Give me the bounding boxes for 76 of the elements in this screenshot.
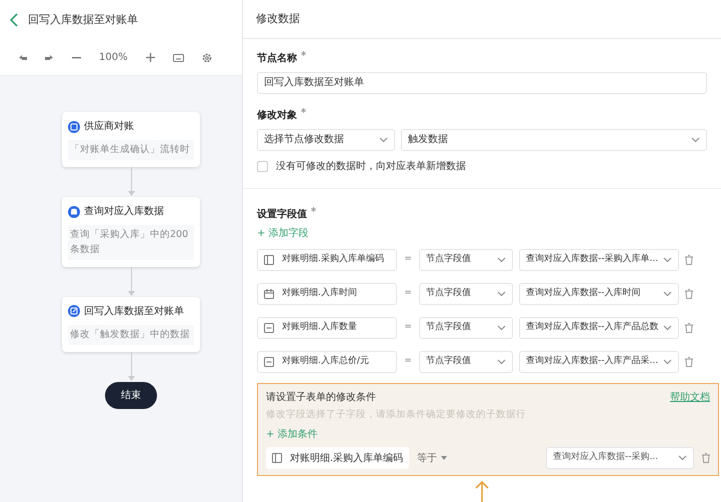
date-field-icon [264,288,274,299]
settings-icon[interactable] [202,52,212,62]
caret-icon [441,456,448,460]
flow-node[interactable]: 供应商对账 「对账单生成确认」流转时 [62,112,200,168]
number-field-icon [264,356,274,367]
node-description: 修改「触发数据」中的数据 [68,324,194,345]
value-select[interactable]: 查询对应入库数据--入库产品采... [519,350,679,373]
back-icon[interactable] [10,13,18,27]
field-name: 对账明细.入库总价/元 [282,355,369,368]
flow-title: 回写入库数据至对账单 [28,12,138,28]
flow-node[interactable]: 查询对应入库数据 查询「采购入库」中的200条数据 [62,197,200,267]
equals-sign: = [403,287,413,300]
connector-arrow [126,167,136,198]
up-arrow-icon [475,480,489,502]
delete-icon[interactable] [702,453,710,463]
delete-icon[interactable] [685,322,693,333]
source-select[interactable]: 节点字段值 [419,282,513,305]
source-select[interactable]: 节点字段值 [419,248,513,271]
field-name: 对账明细.采购入库单编码 [282,253,384,266]
field-name: 对账明细.入库数量 [282,321,357,334]
chevron-icon [497,290,506,297]
text-field-icon [272,453,282,463]
field-label: 节点名称 [257,52,297,66]
undo-icon[interactable] [18,54,27,61]
zoom-level: 100% [99,51,128,65]
chevron-icon [497,256,506,263]
node-title: 回写入库数据至对账单 [84,304,184,319]
checkbox[interactable] [257,160,268,172]
trigger-node-icon [68,120,80,132]
panel-title: 修改数据 [256,10,300,27]
checkbox-label: 没有可修改的数据时，向对应表单新增数据 [276,160,466,174]
node-name-input[interactable]: 回写入库数据至对账单 [257,72,707,94]
field-name: 对账明细.入库时间 [282,287,357,300]
field-name: 对账明细.采购入库单编码 [290,452,404,466]
data-select[interactable]: 触发数据 [401,128,707,151]
chevron-icon [379,136,388,143]
text-field-icon [264,254,274,265]
chevron-icon [663,256,672,263]
condition-title: 请设置子表单的修改条件 [266,390,376,405]
chevron-icon [691,136,700,143]
node-title: 供应商对账 [84,120,134,134]
value-select[interactable]: 查询对应入库数据--入库产品总数 [519,316,679,339]
field-label: 修改对象 [257,108,297,123]
node-description: 查询「采购入库」中的200条数据 [68,225,194,260]
equals-sign: = [403,355,413,368]
field-label: 设置字段值 [257,207,307,222]
operator-dropdown[interactable]: 等于 [417,450,448,466]
query-node-icon [68,206,80,218]
chevron-icon [497,358,506,365]
flow-node[interactable]: 回写入库数据至对账单 修改「触发数据」中的数据 [62,296,200,352]
equals-sign: = [403,321,413,334]
delete-icon[interactable] [685,288,693,299]
source-select[interactable]: 节点字段值 [419,350,513,373]
chevron-icon [663,324,672,331]
connector-arrow [126,266,136,297]
redo-icon[interactable] [45,54,54,61]
value-select[interactable]: 查询对应入库数据--采购... [546,447,694,469]
chevron-icon [663,290,672,297]
chevron-icon [663,358,672,365]
value-select[interactable]: 查询对应入库数据--入库时间 [519,282,679,305]
equals-sign: = [403,253,413,266]
chevron-icon [497,324,506,331]
connector-arrow [126,352,136,382]
source-select[interactable]: 节点字段值 [419,316,513,339]
node-select[interactable]: 选择节点修改数据 [257,128,395,151]
node-title: 查询对应入库数据 [84,204,164,220]
value-select[interactable]: 查询对应入库数据--采购入库单... [519,248,679,271]
update-node-icon [68,305,80,318]
end-node[interactable]: 结束 [105,382,157,409]
number-field-icon [264,322,274,333]
chevron-icon [678,455,687,461]
delete-icon[interactable] [685,254,693,265]
keyboard-icon[interactable] [172,54,184,62]
zoom-in-icon[interactable] [146,53,155,62]
delete-icon[interactable] [685,356,693,367]
node-description: 「对账单生成确认」流转时 [68,140,194,160]
